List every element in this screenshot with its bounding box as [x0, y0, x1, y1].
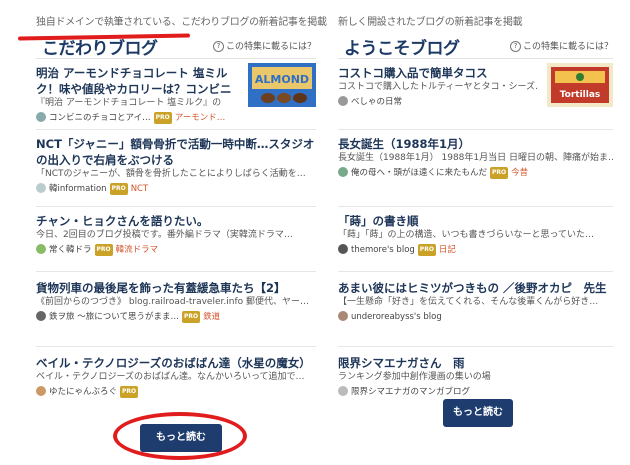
entry-title[interactable]: あまい彼にはヒミツがつきもの ／後野オカピ 先生 [338, 280, 613, 296]
entry-excerpt: 「NCTのジャニーが、額骨を骨折したことによりしばらく活動を… [36, 169, 306, 179]
section-title[interactable]: ようこそブログ [344, 34, 460, 59]
list-item[interactable]: あまい彼にはヒミツがつきもの ／後野オカピ 先生 【一生懸命「好き」を伝えてくれ… [338, 272, 613, 347]
help-link[interactable]: ? この特集に載るには？ [509, 39, 613, 52]
entry-author[interactable]: ゆたにゃんぶろぐ [49, 387, 117, 397]
entry-author[interactable]: コンビニのチョコとアイ… [49, 113, 151, 123]
entry-title[interactable]: チャン・ヒョクさんを語りたい。 [36, 213, 316, 229]
entry-excerpt: 《前回からのつづき》 blog.railroad-traveler.info 郵… [36, 297, 309, 307]
entry-excerpt: 『明治 アーモンドチョコレート 塩ミルク』の [36, 98, 222, 108]
entry-title[interactable]: ベイル・テクノロジーズのおばばん達（水星の魔女） [36, 355, 316, 371]
list-item[interactable]: 長女誕生（1988年1月） 長女誕生（1988年1月） 1988年1月当日 日曜… [338, 130, 613, 207]
pro-badge: PRO [181, 311, 201, 323]
entry-author[interactable]: 鉄ヲ旅 ～旅について思うがまま… [49, 312, 179, 322]
svg-text:ALMOND: ALMOND [255, 73, 309, 86]
entry-author[interactable]: themore's blog [351, 245, 415, 255]
svg-text:Tortillas: Tortillas [560, 90, 601, 100]
entry-title[interactable]: 長女誕生（1988年1月） [338, 136, 613, 152]
entry-author[interactable]: べしゃの日常 [351, 97, 402, 107]
avatar [36, 244, 46, 254]
avatar [36, 386, 46, 396]
entry-meta: ゆたにゃんぶろぐ PRO [36, 386, 316, 398]
question-icon: ? [212, 41, 224, 52]
pro-badge: PRO [120, 386, 139, 398]
entry-category[interactable]: 日記 [439, 245, 456, 255]
avatar [338, 167, 348, 177]
entry-title[interactable]: 貨物列車の最後尾を飾った有蓋緩急車たち【2】 [36, 280, 316, 296]
entry-author[interactable]: underoreabyss's blog [351, 312, 442, 322]
avatar [338, 244, 348, 254]
list-item[interactable]: ベイル・テクノロジーズのおばばん達（水星の魔女） ベイル・テクノロジーズのおばば… [36, 347, 316, 405]
list-item[interactable]: NCT「ジャニー」額骨骨折で活動一時中断…スタジオの出入りで右肩をぶつける 「N… [36, 130, 316, 207]
entry-meta: 限界シマエナガのマンガブログ [338, 386, 613, 398]
entry-author[interactable]: 俺の母へ・頭がほ遠くに来たもんだ [351, 168, 487, 178]
avatar [36, 311, 46, 321]
entry-meta: underoreabyss's blog [338, 311, 613, 323]
avatar [36, 112, 46, 122]
avatar [338, 386, 348, 396]
entry-category[interactable]: アーモンド… [175, 113, 226, 123]
entry-meta: 鉄ヲ旅 ～旅について思うがまま… PRO 鉄道 [36, 311, 316, 323]
kodawari-blog-section: 独自ドメインで執筆されている、こだわりブログの新着記事を掲載 こだわりブログ ?… [36, 0, 327, 405]
entry-meta: コンビニのチョコとアイ… PRO アーモンド… [36, 112, 316, 124]
question-icon: ? [509, 41, 521, 52]
list-item[interactable]: コストコ購入品で簡単タコス コストコで購入したトルティーヤとタコ・シーズ… べし… [338, 59, 613, 130]
entry-meta: 俺の母へ・頭がほ遠くに来たもんだ PRO 今昔 [338, 167, 613, 179]
entry-meta: themore's blog PRO 日記 [338, 244, 613, 256]
entry-category[interactable]: NCT [131, 184, 149, 194]
list-item[interactable]: チャン・ヒョクさんを語りたい。 今日、2回目のブログ投稿です。番外編ドラマ（実韓… [36, 207, 316, 272]
entry-author[interactable]: 常く韓ドラ [49, 245, 92, 255]
pro-badge: PRO [417, 244, 436, 256]
entry-excerpt: 「蒔」「蒔」の上の構造、いつも書きづらいなーと思っていた… [338, 230, 595, 240]
pro-badge: PRO [94, 244, 113, 256]
section-tagline: 独自ドメインで執筆されている、こだわりブログの新着記事を掲載 [36, 17, 327, 28]
entry-title[interactable]: コストコ購入品で簡単タコス [338, 65, 538, 81]
pro-badge: PRO [109, 183, 128, 195]
youkoso-blog-section: 新しく開設されたブログの新着記事を掲載 ようこそブログ ? この特集に載るには？ … [338, 0, 613, 405]
entry-excerpt: コストコで購入したトルティーヤとタコ・シーズ… [338, 82, 538, 92]
entry-title[interactable]: 限界シマエナガさん 雨 [338, 355, 613, 371]
entry-category[interactable]: 韓流ドラマ [116, 245, 159, 255]
avatar [36, 183, 46, 193]
entry-thumbnail[interactable]: Tortillas [547, 63, 613, 107]
entry-excerpt: ベイル・テクノロジーズのおばばん達。なんかいろいって追加で… [36, 372, 305, 382]
entry-title[interactable]: NCT「ジャニー」額骨骨折で活動一時中断…スタジオの出入りで右肩をぶつける [36, 136, 316, 168]
entry-author[interactable]: 韓information [49, 184, 107, 194]
entry-excerpt: 長女誕生（1988年1月） 1988年1月当日 日曜日の朝、陣痛が始ま… [338, 153, 613, 163]
entry-thumbnail[interactable]: ALMOND [248, 63, 316, 107]
entry-title[interactable]: 「蒔」の書き順 [338, 213, 613, 229]
read-more-button[interactable]: もっと読む [443, 399, 513, 427]
entry-excerpt: 今日、2回目のブログ投稿です。番外編ドラマ（実韓流ドラマ… [36, 230, 293, 240]
section-tagline: 新しく開設されたブログの新着記事を掲載 [338, 17, 523, 28]
entry-meta: 常く韓ドラ PRO 韓流ドラマ [36, 244, 316, 256]
entry-category[interactable]: 今昔 [511, 168, 528, 178]
pro-badge: PRO [153, 112, 172, 124]
help-link[interactable]: ? この特集に載るには？ [212, 39, 316, 52]
entry-excerpt: ランキング参加中創作漫画の集いの場 [338, 372, 491, 382]
list-item[interactable]: 「蒔」の書き順 「蒔」「蒔」の上の構造、いつも書きづらいなーと思っていた… th… [338, 207, 613, 272]
entry-author[interactable]: 限界シマエナガのマンガブログ [351, 387, 470, 397]
list-item[interactable]: 明治 アーモンドチョコレート 塩ミルク！味や値段やカロリーは？コンビニで買え… … [36, 59, 316, 130]
section-header: ようこそブログ ? この特集に載るには？ [338, 28, 613, 59]
entry-excerpt: 【一生懸命「好き」を伝えてくれる、そんな後輩くんがら好き… [338, 297, 599, 307]
list-item[interactable]: 貨物列車の最後尾を飾った有蓋緩急車たち【2】 《前回からのつづき》 blog.r… [36, 272, 316, 347]
pro-badge: PRO [490, 167, 509, 179]
entry-meta: 韓information PRO NCT [36, 183, 316, 195]
entry-category[interactable]: 鉄道 [203, 312, 220, 322]
highlight-circle [113, 412, 247, 460]
avatar [338, 96, 348, 106]
list-item[interactable]: 限界シマエナガさん 雨 ランキング参加中創作漫画の集いの場 限界シマエナガのマン… [338, 347, 613, 405]
avatar [338, 311, 348, 321]
entry-title[interactable]: 明治 アーモンドチョコレート 塩ミルク！味や値段やカロリーは？コンビニで買え… [36, 65, 236, 97]
section-header: こだわりブログ ? この特集に載るには？ [36, 28, 316, 59]
